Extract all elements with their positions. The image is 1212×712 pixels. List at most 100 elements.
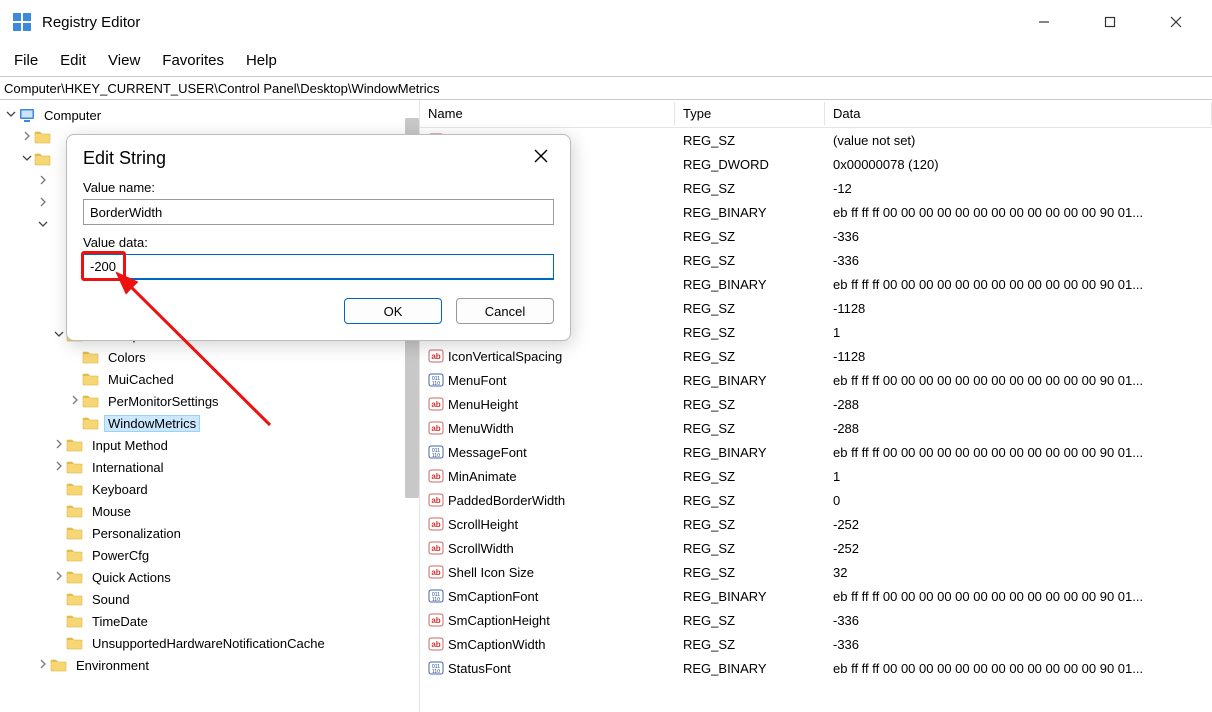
chevron-none-icon [52,242,66,253]
address-bar[interactable]: Computer\HKEY_CURRENT_USER\Control Panel… [0,76,1212,100]
tree-item-quick-actions[interactable]: Quick Actions [0,566,419,588]
tree-item-label: Keyboard [88,482,152,497]
tree-item-timedate[interactable]: TimeDate [0,610,419,632]
chevron-right-icon[interactable] [20,131,34,144]
value-name: SmCaptionHeight [448,613,550,628]
value-name: StatusFont [448,661,511,676]
value-row[interactable]: SmCaptionHeightREG_SZ-336 [420,608,1212,632]
value-row[interactable]: Shell Icon SizeREG_SZ32 [420,560,1212,584]
chevron-none-icon [52,638,66,649]
chevron-right-icon[interactable] [52,461,66,474]
chevron-down-icon[interactable] [36,219,50,232]
value-row[interactable]: MenuFontREG_BINARYeb ff ff ff 00 00 00 0… [420,368,1212,392]
column-header-type[interactable]: Type [675,102,825,125]
chevron-right-icon[interactable] [36,659,50,672]
tree-item-unsupportedhardwarenotificationcache[interactable]: UnsupportedHardwareNotificationCache [0,632,419,654]
value-type: REG_SZ [675,347,825,366]
value-name-input[interactable] [83,199,554,225]
menu-file[interactable]: File [6,48,46,73]
tree-item-computer[interactable]: Computer [0,104,419,126]
tree-item-environment[interactable]: Environment [0,654,419,676]
chevron-none-icon [52,616,66,627]
value-data: 1 [825,467,1212,486]
value-data-label: Value data: [83,235,554,250]
folder-icon [34,151,52,167]
chevron-right-icon[interactable] [36,175,50,188]
window-title: Registry Editor [42,14,1026,31]
chevron-down-icon[interactable] [52,329,66,342]
close-button[interactable] [1158,7,1194,37]
tree-item-colors[interactable]: Colors [0,346,419,368]
folder-icon [82,393,100,409]
tree-item-label: Environment [72,658,153,673]
chevron-down-icon[interactable] [20,153,34,166]
tree-item-label: WindowMetrics [104,415,200,432]
tree-item-permonitorsettings[interactable]: PerMonitorSettings [0,390,419,412]
value-type: REG_SZ [675,635,825,654]
chevron-down-icon[interactable] [4,109,18,122]
tree-item-label: Colors [104,350,150,365]
value-row[interactable]: MessageFontREG_BINARYeb ff ff ff 00 00 0… [420,440,1212,464]
chevron-right-icon[interactable] [52,439,66,452]
tree-item-windowmetrics[interactable]: WindowMetrics [0,412,419,434]
value-data: 0x00000078 (120) [825,155,1212,174]
value-row[interactable]: MenuWidthREG_SZ-288 [420,416,1212,440]
value-row[interactable]: SmCaptionWidthREG_SZ-336 [420,632,1212,656]
value-data: eb ff ff ff 00 00 00 00 00 00 00 00 00 0… [825,275,1212,294]
value-name: MinAnimate [448,469,517,484]
value-row[interactable]: StatusFontREG_BINARYeb ff ff ff 00 00 00… [420,656,1212,680]
column-header-name[interactable]: Name [420,102,675,125]
folder-icon [66,481,84,497]
value-data: -1128 [825,299,1212,318]
chevron-none-icon [52,528,66,539]
column-header-data[interactable]: Data [825,102,1212,125]
chevron-none-icon [52,506,66,517]
menu-bar: File Edit View Favorites Help [0,44,1212,76]
value-row[interactable]: MinAnimateREG_SZ1 [420,464,1212,488]
value-row[interactable]: PaddedBorderWidthREG_SZ0 [420,488,1212,512]
tree-item-international[interactable]: International [0,456,419,478]
tree-item-powercfg[interactable]: PowerCfg [0,544,419,566]
value-data: eb ff ff ff 00 00 00 00 00 00 00 00 00 0… [825,203,1212,222]
tree-item-label: Sound [88,592,134,607]
chevron-none-icon [52,286,66,297]
value-row[interactable]: IconVerticalSpacingREG_SZ-1128 [420,344,1212,368]
menu-favorites[interactable]: Favorites [154,48,232,73]
value-data: eb ff ff ff 00 00 00 00 00 00 00 00 00 0… [825,371,1212,390]
value-row[interactable]: SmCaptionFontREG_BINARYeb ff ff ff 00 00… [420,584,1212,608]
value-data: -336 [825,251,1212,270]
menu-edit[interactable]: Edit [52,48,94,73]
chevron-right-icon[interactable] [52,571,66,584]
value-type: REG_BINARY [675,203,825,222]
binary-value-icon [428,372,444,388]
folder-icon [50,657,68,673]
tree-item-input-method[interactable]: Input Method [0,434,419,456]
menu-view[interactable]: View [100,48,148,73]
value-data-input[interactable] [83,254,554,280]
tree-item-keyboard[interactable]: Keyboard [0,478,419,500]
value-row[interactable]: MenuHeightREG_SZ-288 [420,392,1212,416]
value-name: MenuFont [448,373,507,388]
cancel-button[interactable]: Cancel [456,298,554,324]
value-type: REG_SZ [675,299,825,318]
tree-item-sound[interactable]: Sound [0,588,419,610]
menu-help[interactable]: Help [238,48,285,73]
tree-item-personalization[interactable]: Personalization [0,522,419,544]
value-row[interactable]: ScrollHeightREG_SZ-252 [420,512,1212,536]
chevron-right-icon[interactable] [36,197,50,210]
dialog-close-button[interactable] [528,147,554,170]
chevron-right-icon[interactable] [68,395,82,408]
minimize-button[interactable] [1026,7,1062,37]
value-name: ScrollHeight [448,517,518,532]
value-data: eb ff ff ff 00 00 00 00 00 00 00 00 00 0… [825,659,1212,678]
tree-item-mouse[interactable]: Mouse [0,500,419,522]
maximize-button[interactable] [1092,7,1128,37]
value-data: eb ff ff ff 00 00 00 00 00 00 00 00 00 0… [825,443,1212,462]
ok-button[interactable]: OK [344,298,442,324]
value-data: -336 [825,227,1212,246]
dialog-title: Edit String [83,148,166,169]
value-row[interactable]: ScrollWidthREG_SZ-252 [420,536,1212,560]
value-data: (value not set) [825,131,1212,150]
tree-item-muicached[interactable]: MuiCached [0,368,419,390]
value-type: REG_DWORD [675,155,825,174]
